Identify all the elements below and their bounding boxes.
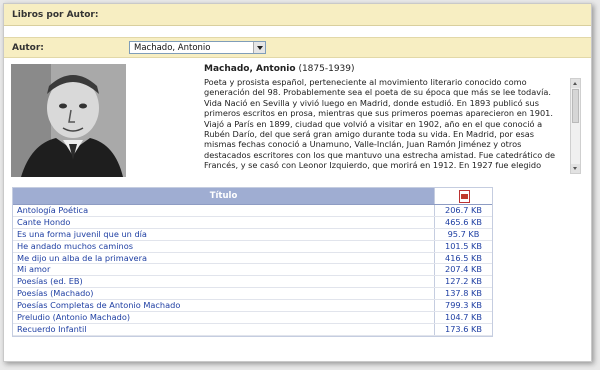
book-title-link[interactable]: Mi amor — [13, 264, 434, 275]
book-title-link[interactable]: Cante Hondo — [13, 217, 434, 228]
table-row: Mi amor 207.4 KB — [13, 264, 492, 277]
book-title-link[interactable]: Es una forma juvenil que un día — [13, 229, 434, 240]
table-row: Preludio (Antonio Machado) 104.7 KB — [13, 312, 492, 324]
author-label: Autor: — [12, 43, 44, 53]
file-size-link[interactable]: 127.2 KB — [434, 276, 492, 288]
file-size-link[interactable]: 465.6 KB — [434, 216, 492, 228]
table-row: Poesías (Machado) 137.8 KB — [13, 288, 492, 301]
file-size-link[interactable]: 207.4 KB — [434, 264, 492, 276]
book-title-link[interactable]: Recuerdo Infantil — [13, 324, 434, 335]
table-row: Cante Hondo 465.6 KB — [13, 216, 492, 229]
table-header: Título — [13, 188, 492, 205]
file-size-link[interactable]: 104.7 KB — [434, 312, 492, 323]
author-bar: Autor: Machado, Antonio — [4, 37, 591, 58]
column-header-pdf — [434, 188, 492, 204]
author-bio: Machado, Antonio (1875-1939) Poeta y pro… — [204, 64, 581, 177]
author-heading: Machado, Antonio (1875-1939) — [204, 64, 581, 74]
book-title-link[interactable]: Poesías (ed. EB) — [13, 276, 434, 287]
table-row: He andado muchos caminos 101.5 KB — [13, 240, 492, 253]
scrollbar-thumb[interactable] — [572, 89, 579, 123]
file-size-link[interactable]: 416.5 KB — [434, 252, 492, 264]
scroll-up-icon[interactable] — [571, 79, 580, 88]
file-size-link[interactable]: 101.5 KB — [434, 240, 492, 252]
author-select[interactable]: Machado, Antonio — [129, 41, 266, 54]
column-header-title[interactable]: Título — [13, 188, 434, 204]
table-body: Antología Poética 206.7 KB Cante Hondo 465… — [13, 205, 492, 336]
author-photo — [11, 64, 126, 177]
author-years: (1875-1939) — [298, 64, 355, 74]
book-title-link[interactable]: Antología Poética — [13, 205, 434, 216]
table-row: Es una forma juvenil que un día 95.7 KB — [13, 228, 492, 241]
author-select-value: Machado, Antonio — [134, 43, 211, 53]
chevron-down-icon[interactable] — [253, 42, 265, 53]
pdf-icon — [459, 190, 470, 203]
table-row: Poesías Completas de Antonio Machado 799.… — [13, 300, 492, 313]
book-title-link[interactable]: Me dijo un alba de la primavera — [13, 253, 434, 264]
file-size-link[interactable]: 137.8 KB — [434, 288, 492, 300]
file-size-link[interactable]: 799.3 KB — [434, 300, 492, 312]
book-title-link[interactable]: He andado muchos caminos — [13, 241, 434, 252]
table-row: Me dijo un alba de la primavera 416.5 KB — [13, 252, 492, 265]
book-title-link[interactable]: Poesías (Machado) — [13, 288, 434, 299]
header-bar: Libros por Autor: — [4, 4, 591, 26]
page-title: Libros por Autor: — [12, 10, 99, 20]
books-by-author-panel: Libros por Autor: Autor: Machado, Antoni… — [3, 3, 592, 362]
book-title-link[interactable]: Preludio (Antonio Machado) — [13, 312, 434, 323]
bio-scrollbar[interactable] — [570, 78, 581, 174]
author-name: Machado, Antonio — [204, 64, 296, 74]
file-size-link[interactable]: 95.7 KB — [434, 228, 492, 240]
table-row: Recuerdo Infantil 173.6 KB — [13, 323, 492, 336]
file-size-link[interactable]: 206.7 KB — [434, 205, 492, 216]
book-title-link[interactable]: Poesías Completas de Antonio Machado — [13, 300, 434, 311]
table-row: Antología Poética 206.7 KB — [13, 205, 492, 217]
scroll-down-icon[interactable] — [571, 164, 580, 173]
books-table: Título Antología Poética 206.7 KB Cante H… — [12, 187, 493, 337]
author-bio-text: Poeta y prosista español, perteneciente … — [204, 77, 560, 173]
table-row: Poesías (ed. EB) 127.2 KB — [13, 276, 492, 289]
file-size-link[interactable]: 173.6 KB — [434, 323, 492, 335]
